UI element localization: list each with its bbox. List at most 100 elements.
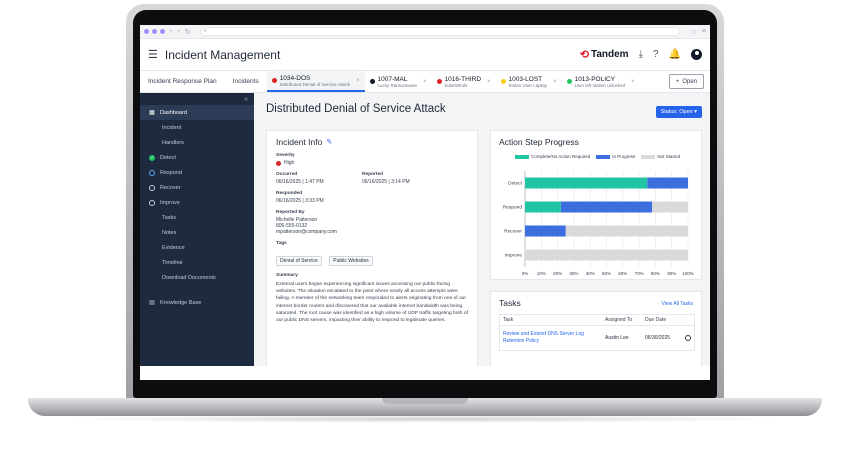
laptop-notch <box>382 398 468 404</box>
sidebar-item-knowledge-base[interactable]: ▤ Knowledge Base <box>140 295 254 310</box>
severity-dot <box>369 79 375 84</box>
window-dot[interactable] <box>144 29 149 34</box>
occurred-value: 06/16/2025 | 1:47 PM <box>276 179 324 185</box>
sidebar-item-handlers[interactable]: Handlers <box>140 135 254 150</box>
incident-tab[interactable]: 1016-THIRD SolarWinds × <box>432 71 496 92</box>
severity-dot <box>436 79 442 84</box>
incident-tab[interactable]: 1003-LOST Stolen User Laptop × <box>496 71 562 92</box>
x-tick-label: 60% <box>618 271 627 276</box>
sidebar-item-label: Knowledge Base <box>160 299 202 306</box>
occurred-label: Occurred <box>276 172 298 177</box>
x-tick-label: 80% <box>651 271 660 276</box>
bar-segment <box>525 201 561 213</box>
sidebar-item-timeline[interactable]: Timeline <box>140 255 254 270</box>
incident-info-card: Incident Info ✎ Severity High Occurred 0… <box>266 130 478 366</box>
book-icon: ▤ <box>149 300 155 306</box>
bar-segment <box>652 201 688 213</box>
laptop-shadow <box>60 415 790 423</box>
x-tick-label: 90% <box>667 271 676 276</box>
back-icon[interactable]: ‹ <box>170 28 172 35</box>
sidebar-item-recover[interactable]: Recover <box>140 180 254 195</box>
empty-circle-icon <box>149 184 155 191</box>
sidebar-item-notes[interactable]: Notes <box>140 225 254 240</box>
open-button[interactable]: + Open <box>668 74 704 89</box>
tag[interactable]: Denial of Service <box>276 256 322 266</box>
chevron-down-icon: ▾ <box>694 109 697 115</box>
help-icon[interactable]: ? <box>653 49 659 60</box>
x-tick-label: 10% <box>537 271 546 276</box>
action-step-progress-chart: 0% 10% 20% 30% 40% 50% 60% 70% 80% 90% 100% Detect R… <box>503 171 694 276</box>
bar-segment <box>565 225 688 237</box>
sidebar-item-incident[interactable]: Incident <box>140 120 254 135</box>
sidebar-item-label: Evidence <box>162 244 185 251</box>
app-title: Incident Management <box>164 47 281 62</box>
sidebar-item-download-documents[interactable]: Download Documents <box>140 270 254 285</box>
task-due-date: 06/30/2025 <box>645 335 671 341</box>
tab-id: 1034-DOS <box>279 74 311 82</box>
task-complete-radio[interactable] <box>685 335 691 341</box>
tab-subtitle: Lucky Ransomware <box>377 82 418 88</box>
page-title: Distributed Denial of Service Attack <box>266 103 446 115</box>
legend-label: In Progress <box>612 154 636 159</box>
legend-item: Not Started <box>641 154 680 159</box>
view-all-tasks-link[interactable]: View All Tasks <box>662 301 694 307</box>
nav-response-plan[interactable]: Incident Response Plan <box>140 71 225 92</box>
window-dot[interactable] <box>160 29 165 34</box>
main-content: Distributed Denial of Service Attack Sta… <box>254 93 710 366</box>
url-bar[interactable]: ⌕ <box>199 27 680 36</box>
star-icon[interactable]: ☆ <box>691 28 697 36</box>
search-icon: ⌕ <box>203 28 207 34</box>
column-header-assigned[interactable]: Assigned To <box>605 317 645 323</box>
reported-label: Reported <box>362 172 384 177</box>
action-step-progress-card: Action Step Progress Complete/No Action … <box>490 130 702 280</box>
column-header-task[interactable]: Task <box>500 317 605 323</box>
sidebar-item-respond[interactable]: Respond <box>140 165 254 180</box>
bell-icon[interactable]: 🔔 <box>669 49 681 60</box>
collapse-sidebar-icon[interactable]: « <box>140 93 254 105</box>
incident-tab[interactable]: 1013-POLICY User left station unlocked × <box>562 71 640 92</box>
forward-icon[interactable]: › <box>177 28 179 35</box>
summary-text: External users began experiencing signif… <box>276 282 468 324</box>
sidebar-item-tasks[interactable]: Tasks <box>140 210 254 225</box>
window-dot[interactable] <box>152 29 157 34</box>
incident-tab[interactable]: 1034-DOS Distributed Denial of Service At… <box>266 71 365 92</box>
sidebar-item-dashboard[interactable]: ▦ Dashboard <box>140 105 254 120</box>
nav-incidents[interactable]: Incidents <box>225 71 267 92</box>
close-icon[interactable]: × <box>487 79 491 85</box>
bar-segment <box>525 249 688 261</box>
summary-label: Summary <box>276 273 298 278</box>
task-link[interactable]: Review and Extend DNS Server Log Retenti… <box>500 331 605 345</box>
tag[interactable]: Public Websites <box>329 256 373 266</box>
close-icon[interactable]: × <box>553 79 557 85</box>
reload-icon[interactable]: ↻ <box>185 28 191 36</box>
sidebar-item-label: Respond <box>160 169 183 176</box>
incident-info-title: Incident Info <box>276 137 323 147</box>
legend-label: Complete/No Action Required <box>531 154 591 159</box>
screen: ‹ › ↻ ⌕ ☆ ≡ ☰ Incident Management ⟲ Tand… <box>140 25 710 380</box>
browser-bar: ‹ › ↻ ⌕ ☆ ≡ <box>140 25 710 39</box>
status-dropdown[interactable]: Status: Open ▾ <box>655 106 702 118</box>
close-icon[interactable]: × <box>631 79 635 85</box>
sidebar-item-label: Incident <box>162 124 182 131</box>
download-icon[interactable]: ⤓ <box>639 49 643 60</box>
x-tick-label: 20% <box>553 271 562 276</box>
edit-pencil-icon[interactable]: ✎ <box>326 138 332 146</box>
hamburger-menu-icon[interactable]: ☰ <box>148 48 158 61</box>
user-avatar-icon[interactable] <box>691 49 702 60</box>
incident-tab[interactable]: 1007-MAL Lucky Ransomware × <box>365 71 432 92</box>
app-header: ☰ Incident Management ⟲ Tandem ⤓ ? 🔔 <box>140 39 710 71</box>
responded-label: Responded <box>276 191 303 196</box>
sidebar-item-label: Dashboard <box>160 109 187 116</box>
severity-high-icon <box>276 160 281 166</box>
column-header-due[interactable]: Due Date <box>645 317 685 323</box>
y-category-label: Respond <box>503 205 523 211</box>
x-tick-label: 0% <box>522 271 529 276</box>
sidebar-item-detect[interactable]: ✓ Detect <box>140 150 254 165</box>
sidebar-item-evidence[interactable]: Evidence <box>140 240 254 255</box>
sidebar-item-improve[interactable]: Improve <box>140 195 254 210</box>
menu-icon[interactable]: ≡ <box>702 28 706 35</box>
close-icon[interactable]: × <box>356 78 360 84</box>
tags-label: Tags <box>276 241 287 246</box>
tab-id: 1003-LOST <box>508 75 543 83</box>
close-icon[interactable]: × <box>423 79 427 85</box>
